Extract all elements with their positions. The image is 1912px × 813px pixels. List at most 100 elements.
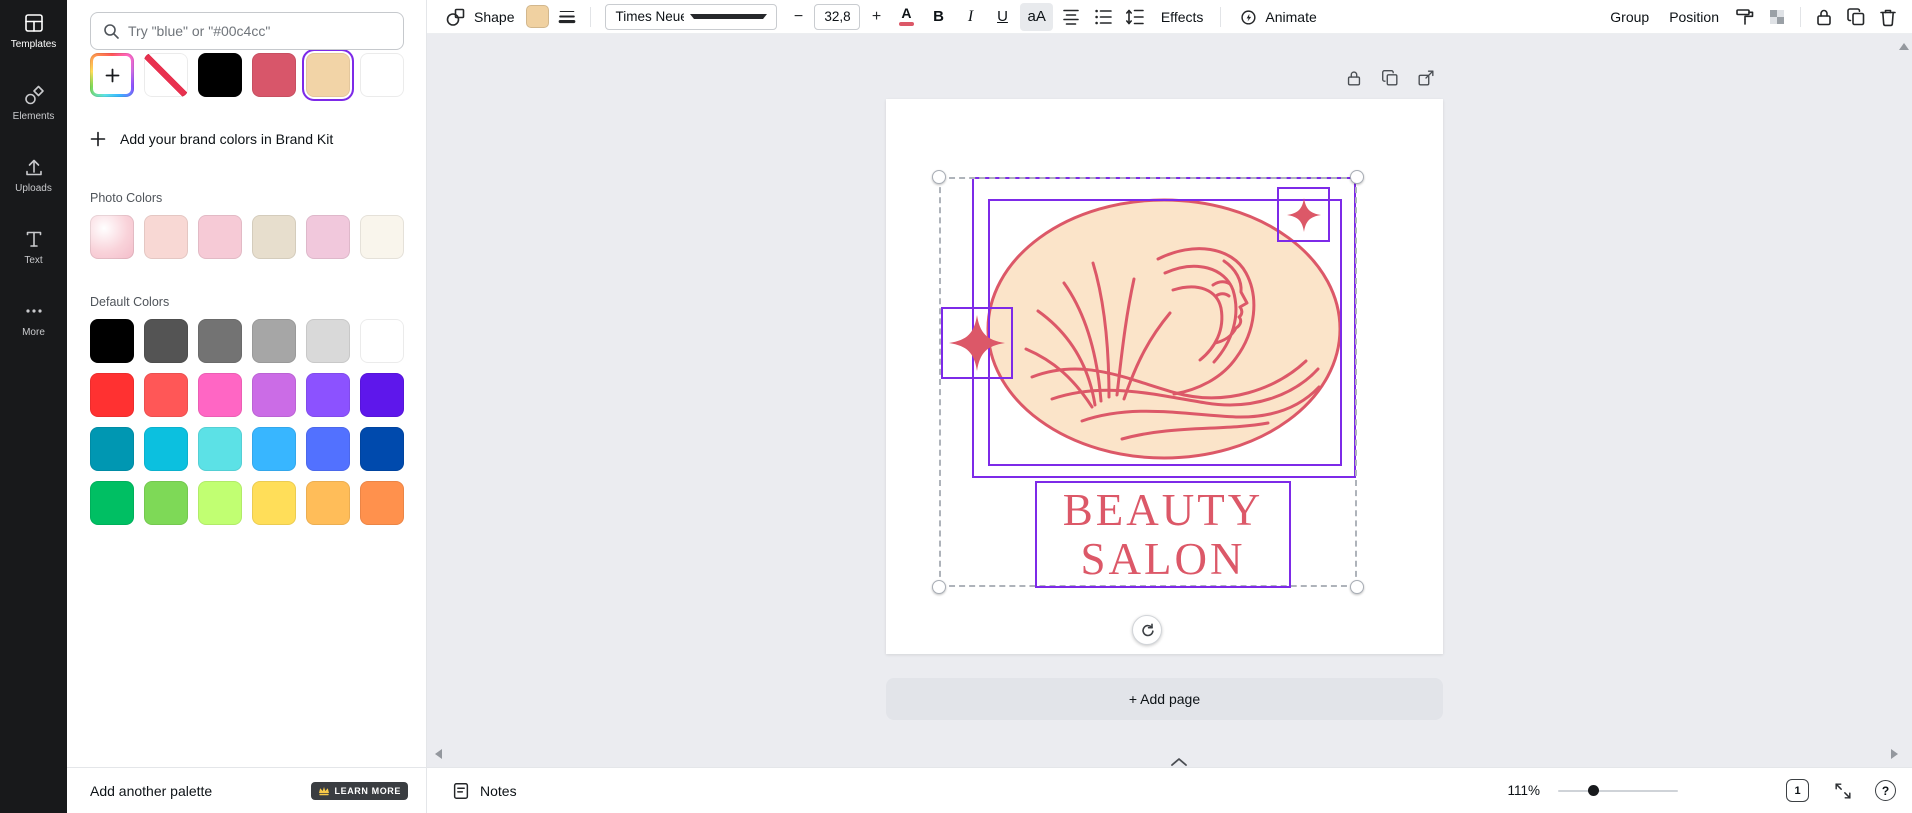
text-color-glyph: A (901, 7, 911, 20)
canvas-area[interactable]: BEAUTY SALON + Add page (427, 34, 1912, 767)
copy-style-button[interactable] (1731, 3, 1759, 31)
no-color-swatch[interactable] (144, 53, 188, 97)
collapse-panel-tab[interactable] (1166, 753, 1192, 767)
border-style-button[interactable] (553, 3, 581, 31)
duplicate-button[interactable] (1842, 3, 1870, 31)
font-size-increase-button[interactable]: + (864, 4, 888, 30)
color-swatch[interactable] (360, 215, 404, 259)
learn-more-badge[interactable]: LEARN MORE (311, 782, 409, 800)
rotate-handle[interactable] (1132, 615, 1162, 645)
font-size-input[interactable]: 32,8 (814, 4, 860, 30)
add-palette-button[interactable]: Add another palette (90, 783, 212, 799)
color-swatch[interactable] (252, 373, 296, 417)
search-input[interactable] (128, 23, 391, 39)
color-swatch[interactable] (252, 215, 296, 259)
text-color-button[interactable]: A (892, 3, 920, 31)
lock-page-button[interactable] (1344, 68, 1364, 88)
sidebar-item-more[interactable]: More (0, 288, 67, 360)
scroll-up-arrow[interactable] (1899, 43, 1909, 50)
color-swatch[interactable] (360, 373, 404, 417)
expand-icon (1833, 781, 1853, 801)
delete-button[interactable] (1874, 3, 1902, 31)
color-swatch[interactable] (144, 319, 188, 363)
page-indicator[interactable]: 1 (1786, 779, 1809, 802)
color-swatch[interactable] (90, 481, 134, 525)
underline-button[interactable]: U (988, 3, 1016, 31)
position-button[interactable]: Position (1661, 5, 1727, 29)
color-swatch[interactable] (198, 427, 242, 471)
text-case-button[interactable]: aA (1020, 3, 1052, 31)
bullet-list-icon (1092, 6, 1114, 28)
color-swatch-selected[interactable] (306, 53, 350, 97)
duplicate-page-button[interactable] (1380, 68, 1400, 88)
color-swatch[interactable] (144, 427, 188, 471)
color-swatch[interactable] (144, 481, 188, 525)
effects-button[interactable]: Effects (1153, 5, 1212, 29)
brand-kit-button[interactable]: Add your brand colors in Brand Kit (90, 131, 426, 147)
color-swatch[interactable] (252, 319, 296, 363)
color-swatch[interactable] (360, 319, 404, 363)
color-swatch[interactable] (252, 427, 296, 471)
selection-handle-sw[interactable] (932, 580, 946, 594)
fill-color-button[interactable] (526, 5, 549, 28)
text-align-button[interactable] (1057, 3, 1085, 31)
sparkle-element-left[interactable] (941, 307, 1013, 379)
italic-button[interactable]: I (956, 3, 984, 31)
color-swatch[interactable] (90, 373, 134, 417)
transparency-button[interactable] (1763, 3, 1791, 31)
animate-button[interactable]: Animate (1230, 3, 1324, 31)
sidebar-item-elements[interactable]: Elements (0, 72, 67, 144)
color-swatch[interactable] (306, 319, 350, 363)
color-swatch[interactable] (306, 481, 350, 525)
move-page-button[interactable] (1416, 68, 1436, 88)
color-swatch[interactable] (306, 215, 350, 259)
sidebar-item-text[interactable]: Text (0, 216, 67, 288)
bold-button[interactable]: B (924, 3, 952, 31)
lock-button[interactable] (1810, 3, 1838, 31)
help-button[interactable]: ? (1875, 780, 1896, 801)
notes-button[interactable]: Notes (443, 776, 525, 806)
color-swatch[interactable] (198, 319, 242, 363)
add-color-button[interactable] (90, 53, 134, 97)
color-swatch[interactable] (252, 53, 296, 97)
selection-handle-ne[interactable] (1350, 170, 1364, 184)
elements-icon (23, 84, 45, 106)
group-button[interactable]: Group (1602, 5, 1657, 29)
color-swatch[interactable] (90, 319, 134, 363)
fullscreen-button[interactable] (1833, 781, 1853, 801)
selection-handle-se[interactable] (1350, 580, 1364, 594)
color-swatch[interactable] (90, 427, 134, 471)
color-swatch[interactable] (198, 53, 242, 97)
color-swatch-gradient[interactable] (90, 215, 134, 259)
sidebar-item-uploads[interactable]: Uploads (0, 144, 67, 216)
scroll-left-arrow[interactable] (435, 749, 442, 759)
color-swatch[interactable] (144, 215, 188, 259)
color-swatch[interactable] (306, 373, 350, 417)
color-swatch[interactable] (198, 481, 242, 525)
color-swatch[interactable] (360, 481, 404, 525)
color-swatch[interactable] (198, 373, 242, 417)
add-page-button[interactable]: + Add page (886, 678, 1443, 720)
zoom-slider[interactable] (1558, 782, 1678, 800)
align-center-icon (1060, 6, 1082, 28)
search-box[interactable] (90, 12, 404, 50)
photo-colors-title: Photo Colors (90, 191, 426, 205)
color-swatch[interactable] (360, 53, 404, 97)
color-swatch[interactable] (144, 373, 188, 417)
logo-text-element[interactable]: BEAUTY SALON (1035, 481, 1291, 588)
color-swatch[interactable] (360, 427, 404, 471)
zoom-slider-knob[interactable] (1588, 785, 1599, 796)
selection-handle-nw[interactable] (932, 170, 946, 184)
chevron-up-icon (1170, 757, 1188, 767)
list-button[interactable] (1089, 3, 1117, 31)
sparkle-element-top-right[interactable] (1277, 187, 1330, 242)
color-swatch[interactable] (306, 427, 350, 471)
shape-button[interactable]: Shape (437, 2, 522, 32)
font-selector[interactable]: Times Neue Rom... (605, 4, 777, 30)
sidebar-item-templates[interactable]: Templates (0, 0, 67, 72)
scroll-right-arrow[interactable] (1891, 749, 1898, 759)
font-size-decrease-button[interactable]: − (786, 4, 810, 30)
spacing-button[interactable] (1121, 3, 1149, 31)
color-swatch[interactable] (252, 481, 296, 525)
color-swatch[interactable] (198, 215, 242, 259)
